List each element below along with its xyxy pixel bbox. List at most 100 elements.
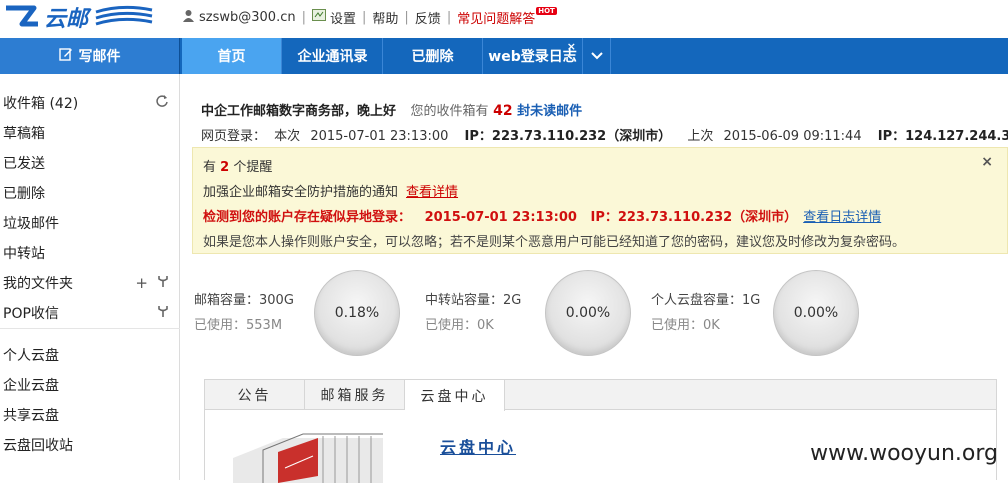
sidebar-item-label: 收件箱 (42) <box>3 93 78 113</box>
chevron-down-icon <box>591 48 603 64</box>
user-toolbar: szswb@300.cn | 设置 | 帮助 | 反馈 | 常见问题解答 HOT <box>182 8 557 26</box>
sidebar-item-disk-recycle[interactable]: 云盘回收站 <box>0 430 180 460</box>
alert-notice-row: 加强企业邮箱安全防护措施的通知查看详情 <box>203 181 458 200</box>
sidebar-item-label: 企业云盘 <box>3 375 59 395</box>
faq-link[interactable]: 常见问题解答 <box>457 8 535 27</box>
sidebar-item-spam[interactable]: 垃圾邮件 <box>0 208 180 238</box>
sidebar-item-sent[interactable]: 已发送 <box>0 148 180 178</box>
settings-icon <box>312 9 326 25</box>
login-last-label: 上次 <box>687 129 713 144</box>
sidebar-item-enterprise-disk[interactable]: 企业云盘 <box>0 370 180 400</box>
watermark: www.wooyun.org <box>810 441 998 466</box>
edit-icon <box>59 47 79 65</box>
tab-weblog-label: web登录日志 <box>488 46 576 66</box>
alert-tip-text: 如果是您本人操作则账户安全，可以忽略；若不是则某个恶意用户可能已经知道了您的密码… <box>203 231 905 250</box>
feedback-link[interactable]: 反馈 <box>415 8 441 27</box>
sidebar-item-shared-disk[interactable]: 共享云盘 <box>0 400 180 430</box>
sidebar-item-transfer[interactable]: 中转站 <box>0 238 180 268</box>
sidebar-item-label: 共享云盘 <box>3 405 59 425</box>
unread-prefix: 您的收件箱有 <box>411 104 489 119</box>
compose-button[interactable]: 写邮件 <box>0 38 180 74</box>
transfer-capacity-label: 中转站容量：2G <box>425 289 521 308</box>
hot-badge: HOT <box>536 7 557 15</box>
tab-home[interactable]: 首页 <box>182 38 282 74</box>
login-last-time: 2015-06-09 09:11:44 <box>724 129 862 144</box>
transfer-usage-gauge: 0.00% <box>545 270 631 356</box>
greeting-text: 中企工作邮箱数字商务部，晚上好 <box>201 104 396 119</box>
tab-more-dropdown[interactable] <box>583 38 611 74</box>
transfer-used-label: 已使用：0K <box>425 314 494 333</box>
login-info-row: 网页登录： 本次 2015-07-01 23:13:00 IP：223.73.1… <box>201 125 1008 144</box>
user-email: szswb@300.cn <box>199 10 296 25</box>
sidebar: 收件箱 (42) 草稿箱 已发送 已删除 垃圾邮件 中转站 我的文件夹 + PO… <box>0 74 180 480</box>
panel-tabs: 公告 邮箱服务 云盘中心 <box>205 380 996 410</box>
tab-mail-services[interactable]: 邮箱服务 <box>305 380 405 410</box>
personal-disk-used-label: 已使用：0K <box>651 314 720 333</box>
sidebar-divider <box>0 328 180 329</box>
sidebar-item-pop[interactable]: POP收信 <box>0 298 180 328</box>
settings-link[interactable]: 设置 <box>330 8 356 27</box>
login-label: 网页登录： <box>201 129 266 144</box>
sidebar-item-label: 我的文件夹 <box>3 273 73 293</box>
help-link[interactable]: 帮助 <box>372 8 398 27</box>
tab-deleted-label: 已删除 <box>412 46 454 66</box>
login-this-ip: 223.73.110.232（深圳市） <box>492 129 671 144</box>
sidebar-item-label: 已删除 <box>3 183 45 203</box>
log-details-link[interactable]: 查看日志详情 <box>803 210 881 225</box>
mailbox-capacity-label: 邮箱容量：300G <box>194 289 294 308</box>
tab-deleted[interactable]: 已删除 <box>383 38 483 74</box>
tab-contacts[interactable]: 企业通讯录 <box>283 38 383 74</box>
personal-disk-usage-gauge: 0.00% <box>773 270 859 356</box>
sidebar-item-label: 垃圾邮件 <box>3 213 59 233</box>
sidebar-item-deleted[interactable]: 已删除 <box>0 178 180 208</box>
tab-home-label: 首页 <box>218 46 246 66</box>
alert-notice-text: 加强企业邮箱安全防护措施的通知 <box>203 185 398 200</box>
mailbox-usage-gauge: 0.18% <box>314 270 400 356</box>
tab-contacts-label: 企业通讯录 <box>298 46 368 66</box>
alert-warning-row: 检测到您的账户存在疑似异地登录： 2015-07-01 23:13:00 IP：… <box>203 206 881 225</box>
tab-close-icon[interactable]: × <box>567 40 576 53</box>
login-last-ip-label: IP： <box>878 129 905 144</box>
sidebar-item-my-folders[interactable]: 我的文件夹 + <box>0 268 180 298</box>
tab-disk-center[interactable]: 云盘中心 <box>405 380 505 411</box>
unread-suffix[interactable]: 封未读邮件 <box>517 104 582 119</box>
sidebar-item-label: 草稿箱 <box>3 123 45 143</box>
sidebar-item-inbox[interactable]: 收件箱 (42) <box>0 88 180 118</box>
notice-details-link[interactable]: 查看详情 <box>406 185 458 200</box>
personal-disk-capacity-label: 个人云盘容量：1G <box>651 289 760 308</box>
user-icon <box>182 9 195 26</box>
refresh-icon[interactable] <box>156 95 168 111</box>
sidebar-item-label: 云盘回收站 <box>3 435 73 455</box>
logo-text: 云邮 <box>44 7 92 32</box>
login-this-label: 本次 <box>274 129 300 144</box>
greeting-row: 中企工作邮箱数字商务部，晚上好 您的收件箱有 42 封未读邮件 <box>201 100 582 119</box>
top-header: 云邮 szswb@300.cn | 设置 | 帮助 | 反馈 | 常见问题解答 … <box>0 0 1008 38</box>
sidebar-item-label: 中转站 <box>3 243 45 263</box>
alert-close-icon[interactable]: × <box>981 154 993 170</box>
compose-label: 写邮件 <box>79 46 121 66</box>
login-last-ip: 124.127.244.31 <box>905 129 1008 144</box>
alert-count: 2 <box>220 160 229 175</box>
sidebar-item-personal-disk[interactable]: 个人云盘 <box>0 340 180 370</box>
disk-center-link[interactable]: 云盘中心 <box>440 434 516 458</box>
sidebar-item-label: POP收信 <box>3 303 59 323</box>
login-this-ip-label: IP： <box>465 129 492 144</box>
tab-weblog[interactable]: web登录日志 × <box>483 38 583 74</box>
tab-announcements[interactable]: 公告 <box>205 380 305 410</box>
pop-settings-icon[interactable] <box>158 305 168 321</box>
sidebar-item-label: 已发送 <box>3 153 45 173</box>
disk-center-thumbnail <box>223 428 398 483</box>
alert-warning-text: 检测到您的账户存在疑似异地登录： 2015-07-01 23:13:00 IP：… <box>203 210 797 225</box>
mailbox-used-label: 已使用：553M <box>194 314 282 333</box>
sidebar-item-drafts[interactable]: 草稿箱 <box>0 118 180 148</box>
sidebar-item-label: 个人云盘 <box>3 345 59 365</box>
login-this-time: 2015-07-01 23:13:00 <box>310 129 448 144</box>
alert-box: 有 2 个提醒 × 加强企业邮箱安全防护措施的通知查看详情 检测到您的账户存在疑… <box>192 147 1008 254</box>
unread-count[interactable]: 42 <box>493 103 512 119</box>
folder-settings-icon[interactable] <box>158 275 168 291</box>
nav-bar: 写邮件 首页 企业通讯录 已删除 web登录日志 × <box>0 38 1008 74</box>
logo[interactable]: 云邮 <box>4 2 154 32</box>
main-content: 中企工作邮箱数字商务部，晚上好 您的收件箱有 42 封未读邮件 网页登录： 本次… <box>181 74 1008 480</box>
alert-count-row: 有 2 个提醒 <box>203 156 272 175</box>
add-folder-icon[interactable]: + <box>135 274 148 292</box>
